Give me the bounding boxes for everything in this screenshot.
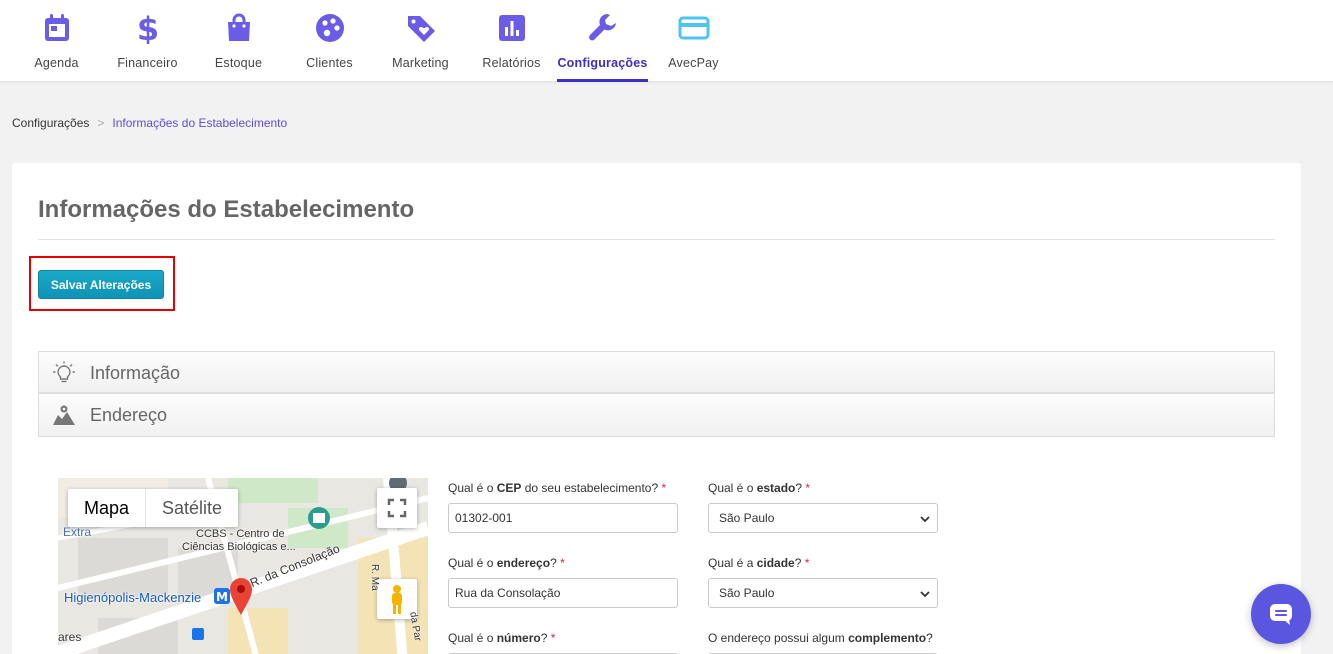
- location-map[interactable]: M Mapa Satélite Extra CCBS - Centro de C…: [58, 478, 428, 654]
- chevron-down-icon: [920, 516, 930, 523]
- nav-label: Agenda: [34, 56, 79, 70]
- breadcrumb: Configurações > Informações do Estabelecim…: [12, 116, 287, 130]
- svg-text:$: $: [136, 12, 158, 44]
- nav-item-financeiro[interactable]: $ Financeiro: [102, 0, 193, 82]
- nav-label: Estoque: [214, 56, 263, 70]
- nav-label: Financeiro: [117, 56, 178, 70]
- nav-label: Relatórios: [482, 56, 541, 70]
- endereco-label: Qual é o endereço? *: [448, 556, 565, 570]
- top-navigation: Agenda $ Financeiro Estoque Clientes Mar…: [0, 0, 1333, 82]
- map-type-map[interactable]: Mapa: [68, 489, 147, 527]
- nav-label: AvecPay: [668, 56, 719, 70]
- chat-icon: [1270, 604, 1292, 625]
- calendar-icon: [44, 14, 69, 41]
- save-changes-button[interactable]: Salvar Alterações: [38, 270, 164, 299]
- map-type-control: Mapa Satélite: [68, 489, 239, 527]
- nav-item-marketing[interactable]: Marketing: [375, 0, 466, 82]
- svg-text:M: M: [216, 590, 228, 604]
- page-title: Informações do Estabelecimento: [38, 196, 415, 223]
- breadcrumb-current: Informações do Estabelecimento: [112, 116, 288, 130]
- estado-value: São Paulo: [719, 511, 775, 525]
- map-label-station: Higienópolis-Mackenzie: [64, 590, 202, 605]
- cidade-select[interactable]: São Paulo: [708, 578, 938, 608]
- fullscreen-icon: [387, 498, 407, 518]
- nav-label: Clientes: [306, 56, 353, 70]
- accordion-informacao[interactable]: Informação: [38, 351, 1275, 393]
- map-label-ccbs: Ciências Biológicas e...: [182, 541, 296, 553]
- map-label-extra: Extra: [63, 525, 92, 539]
- fullscreen-button[interactable]: [377, 488, 417, 528]
- accordion-label: Endereço: [90, 405, 168, 425]
- lightbulb-icon: [53, 361, 75, 383]
- endereco-input[interactable]: [448, 578, 678, 608]
- accordion-label: Informação: [90, 363, 181, 383]
- cidade-value: São Paulo: [719, 586, 775, 600]
- map-type-satellite[interactable]: Satélite: [146, 489, 238, 527]
- cidade-label: Qual é a cidade? *: [708, 556, 810, 570]
- dollar-icon: $: [136, 12, 158, 44]
- numero-label: Qual é o número? *: [448, 631, 556, 645]
- nav-item-relatorios[interactable]: Relatórios: [466, 0, 557, 82]
- cep-input[interactable]: [448, 503, 678, 533]
- nav-item-configuracoes[interactable]: Configurações: [557, 0, 648, 82]
- chat-button[interactable]: [1251, 584, 1311, 644]
- palette-icon: [315, 14, 344, 42]
- chevron-down-icon: [920, 591, 930, 598]
- complemento-label: O endereço possui algum complemento?: [708, 631, 933, 645]
- breadcrumb-root[interactable]: Configurações: [12, 116, 89, 130]
- divider: [38, 239, 1275, 240]
- estado-label: Qual é o estado? *: [708, 481, 811, 495]
- bar-chart-icon: [498, 15, 525, 41]
- nav-label: Configurações: [557, 56, 648, 70]
- estado-select[interactable]: São Paulo: [708, 503, 938, 533]
- map-label-ccbs: CCBS - Centro de: [196, 528, 285, 540]
- nav-item-clientes[interactable]: Clientes: [284, 0, 375, 82]
- credit-card-icon: [678, 16, 709, 40]
- nav-item-avecpay[interactable]: AvecPay: [648, 0, 739, 82]
- cep-label: Qual é o CEP do seu estabelecimento? *: [448, 481, 667, 495]
- active-indicator: [557, 79, 648, 82]
- map-location-icon: [53, 405, 75, 425]
- wrench-icon: [588, 14, 616, 41]
- tag-heart-icon: [407, 16, 435, 42]
- nav-label: Marketing: [392, 56, 449, 70]
- map-label: R. Ma: [369, 564, 380, 591]
- nav-item-estoque[interactable]: Estoque: [193, 0, 284, 82]
- nav-item-agenda[interactable]: Agenda: [11, 0, 102, 82]
- shopping-bag-icon: [227, 13, 250, 41]
- map-label: ares: [58, 630, 82, 644]
- main-card: Informações do Estabelecimento Salvar Al…: [12, 163, 1301, 654]
- accordion-endereco[interactable]: Endereço: [38, 393, 1275, 437]
- breadcrumb-separator: >: [97, 116, 105, 130]
